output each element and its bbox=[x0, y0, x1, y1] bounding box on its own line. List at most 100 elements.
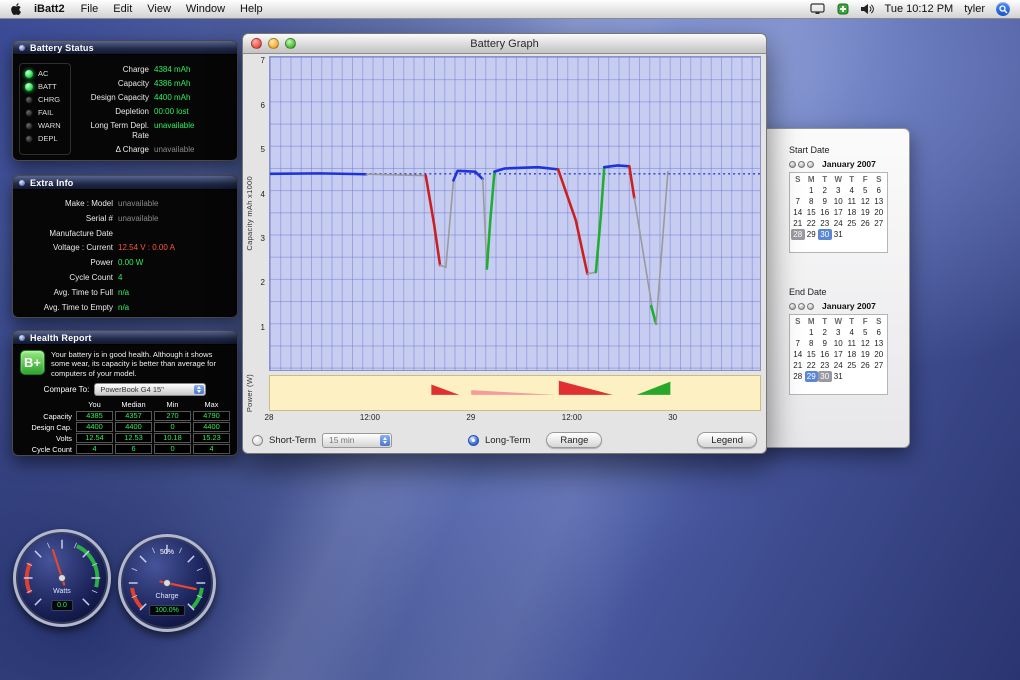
calendar-title: End Date bbox=[789, 287, 909, 297]
menu-edit[interactable]: Edit bbox=[113, 3, 132, 15]
minimize-button[interactable] bbox=[268, 38, 279, 49]
calendar-day[interactable]: 5 bbox=[859, 327, 873, 338]
info-label: Δ Charge bbox=[77, 145, 149, 155]
calendar-day[interactable]: 24 bbox=[832, 360, 846, 371]
range-button[interactable]: Range bbox=[546, 432, 602, 448]
calendar-day[interactable]: 6 bbox=[872, 185, 886, 196]
calendar-day[interactable]: 23 bbox=[818, 360, 832, 371]
zoom-button[interactable] bbox=[285, 38, 296, 49]
menu-bar-user[interactable]: tyler bbox=[964, 3, 985, 15]
calendar-day[interactable]: 29 bbox=[805, 229, 819, 240]
calendar-day[interactable]: 1 bbox=[805, 185, 819, 196]
health-report-titlebar[interactable]: Health Report bbox=[13, 331, 237, 345]
calendar-day[interactable]: 28 bbox=[791, 229, 805, 240]
calendar-day[interactable]: 19 bbox=[859, 207, 873, 218]
calendar-day[interactable]: 20 bbox=[872, 349, 886, 360]
calendar-day[interactable]: 20 bbox=[872, 207, 886, 218]
calendar-day[interactable]: 25 bbox=[845, 218, 859, 229]
calendar-day[interactable]: 15 bbox=[805, 207, 819, 218]
watts-gauge-value: 0.0 bbox=[51, 600, 73, 611]
calendar-day[interactable]: 15 bbox=[805, 349, 819, 360]
calendar-day[interactable]: 5 bbox=[859, 185, 873, 196]
calendar-day[interactable]: 24 bbox=[832, 218, 846, 229]
interval-value: 15 min bbox=[329, 435, 355, 445]
calendar-day[interactable]: 27 bbox=[872, 360, 886, 371]
calendar-day[interactable]: 8 bbox=[805, 196, 819, 207]
calendar-day[interactable]: 31 bbox=[832, 371, 846, 382]
calendar-day[interactable]: 30 bbox=[818, 371, 832, 382]
displays-icon[interactable] bbox=[810, 3, 826, 15]
long-term-radio[interactable] bbox=[468, 435, 479, 446]
calendar-day[interactable]: 7 bbox=[791, 338, 805, 349]
app-menu[interactable]: iBatt2 bbox=[34, 3, 65, 15]
calendar-day[interactable]: 16 bbox=[818, 207, 832, 218]
calendar-nav-button[interactable] bbox=[807, 303, 814, 310]
calendar-day[interactable]: 17 bbox=[832, 349, 846, 360]
calendar-day[interactable]: 3 bbox=[832, 327, 846, 338]
interval-dropdown[interactable]: 15 min bbox=[322, 433, 392, 448]
short-term-radio[interactable] bbox=[252, 435, 263, 446]
desktop: iBatt2 File Edit View Window Help Tue 10:12 … bbox=[0, 0, 1020, 680]
calendar-day[interactable]: 1 bbox=[805, 327, 819, 338]
calendar-day[interactable]: 11 bbox=[845, 338, 859, 349]
calendar-day[interactable]: 12 bbox=[859, 196, 873, 207]
calendar-day[interactable]: 21 bbox=[791, 218, 805, 229]
menu-help[interactable]: Help bbox=[240, 3, 263, 15]
calendar-day[interactable]: 30 bbox=[818, 229, 832, 240]
calendar-day[interactable]: 16 bbox=[818, 349, 832, 360]
calendar-day[interactable]: 10 bbox=[832, 338, 846, 349]
calendar-day[interactable]: 28 bbox=[791, 371, 805, 382]
calendar-day[interactable]: 9 bbox=[818, 338, 832, 349]
calendar-day[interactable]: 6 bbox=[872, 327, 886, 338]
calendar-day[interactable]: 22 bbox=[805, 218, 819, 229]
apple-menu-icon[interactable] bbox=[10, 2, 22, 16]
calendar-day[interactable]: 18 bbox=[845, 349, 859, 360]
calendar-day[interactable]: 29 bbox=[805, 371, 819, 382]
calendar-day[interactable]: 23 bbox=[818, 218, 832, 229]
charge-gauge-value: 100.0% bbox=[149, 605, 185, 616]
legend-button[interactable]: Legend bbox=[697, 432, 757, 448]
calendar-day[interactable]: 9 bbox=[818, 196, 832, 207]
menu-file[interactable]: File bbox=[81, 3, 99, 15]
compare-model-dropdown[interactable]: PowerBook G4 15" bbox=[94, 383, 206, 396]
calendar-nav-button[interactable] bbox=[798, 161, 805, 168]
calendar-day[interactable]: 17 bbox=[832, 207, 846, 218]
menu-bar-clock[interactable]: Tue 10:12 PM bbox=[885, 3, 954, 15]
calendar-day[interactable]: 14 bbox=[791, 207, 805, 218]
calendar-day[interactable]: 25 bbox=[845, 360, 859, 371]
calendar-day[interactable]: 26 bbox=[859, 218, 873, 229]
calendar-day[interactable]: 27 bbox=[872, 218, 886, 229]
calendar-day[interactable]: 18 bbox=[845, 207, 859, 218]
calendar-nav-button[interactable] bbox=[789, 303, 796, 310]
calendar-day[interactable]: 4 bbox=[845, 185, 859, 196]
calendar-day[interactable]: 31 bbox=[832, 229, 846, 240]
spotlight-icon[interactable] bbox=[996, 2, 1010, 16]
calendar-day[interactable]: 13 bbox=[872, 338, 886, 349]
calendar-day[interactable]: 14 bbox=[791, 349, 805, 360]
calendar-day[interactable]: 26 bbox=[859, 360, 873, 371]
calendar-nav-button[interactable] bbox=[807, 161, 814, 168]
calendar-nav-button[interactable] bbox=[798, 303, 805, 310]
calendar-day[interactable]: 22 bbox=[805, 360, 819, 371]
extra-info-titlebar[interactable]: Extra Info bbox=[13, 176, 237, 190]
menu-view[interactable]: View bbox=[147, 3, 171, 15]
calendar-day[interactable]: 10 bbox=[832, 196, 846, 207]
calendar-day[interactable]: 11 bbox=[845, 196, 859, 207]
plugin-icon[interactable] bbox=[837, 3, 849, 15]
menu-window[interactable]: Window bbox=[186, 3, 225, 15]
calendar-nav-button[interactable] bbox=[789, 161, 796, 168]
calendar-day[interactable]: 21 bbox=[791, 360, 805, 371]
calendar-day[interactable]: 4 bbox=[845, 327, 859, 338]
calendar-day[interactable]: 2 bbox=[818, 327, 832, 338]
calendar-day[interactable]: 12 bbox=[859, 338, 873, 349]
close-button[interactable] bbox=[251, 38, 262, 49]
calendar-day[interactable]: 13 bbox=[872, 196, 886, 207]
volume-icon[interactable] bbox=[860, 3, 874, 15]
calendar-day[interactable]: 3 bbox=[832, 185, 846, 196]
battery-status-titlebar[interactable]: Battery Status bbox=[13, 41, 237, 55]
calendar-day[interactable]: 7 bbox=[791, 196, 805, 207]
calendar-day[interactable]: 2 bbox=[818, 185, 832, 196]
calendar-day[interactable]: 8 bbox=[805, 338, 819, 349]
calendar-day[interactable]: 19 bbox=[859, 349, 873, 360]
window-titlebar[interactable]: Battery Graph bbox=[243, 34, 766, 54]
